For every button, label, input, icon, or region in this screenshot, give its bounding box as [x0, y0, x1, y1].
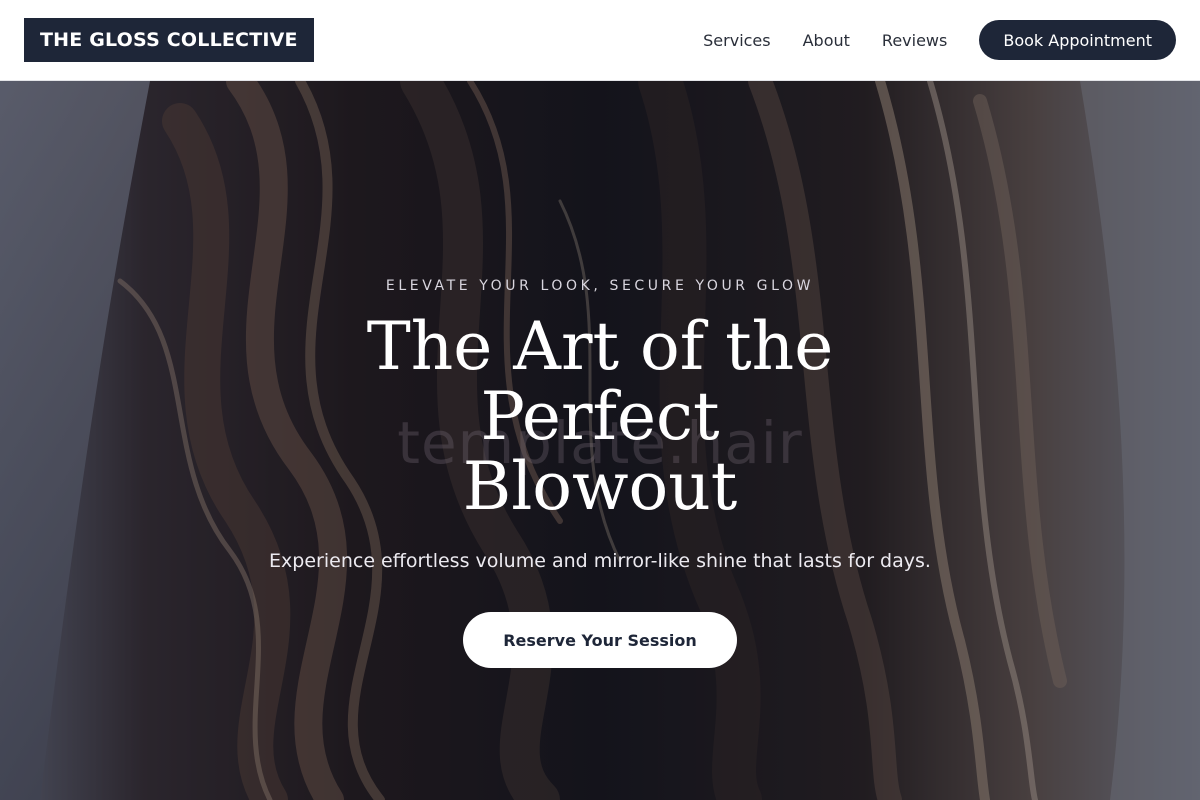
brand-logo[interactable]: THE GLOSS COLLECTIVE	[24, 18, 314, 62]
hero-content: ELEVATE YOUR LOOK, SECURE YOUR GLOW The …	[0, 81, 1200, 800]
site-header: THE GLOSS COLLECTIVE Services About Revi…	[0, 0, 1200, 81]
hero-section: template.hair ELEVATE YOUR LOOK, SECURE …	[0, 81, 1200, 800]
nav-link-reviews[interactable]: Reviews	[882, 31, 947, 50]
nav-link-about[interactable]: About	[803, 31, 850, 50]
main-nav: Services About Reviews Book Appointment	[703, 20, 1176, 60]
reserve-session-button[interactable]: Reserve Your Session	[463, 612, 737, 668]
nav-link-services[interactable]: Services	[703, 31, 770, 50]
hero-headline-line1: The Art of the Perfect	[366, 308, 834, 455]
hero-headline-line2: Blowout	[462, 448, 738, 525]
hero-tagline: ELEVATE YOUR LOOK, SECURE YOUR GLOW	[385, 278, 815, 294]
hero-headline: The Art of the Perfect Blowout	[250, 312, 950, 522]
hero-subheadline: Experience effortless volume and mirror-…	[269, 550, 931, 572]
book-appointment-button[interactable]: Book Appointment	[979, 20, 1176, 60]
